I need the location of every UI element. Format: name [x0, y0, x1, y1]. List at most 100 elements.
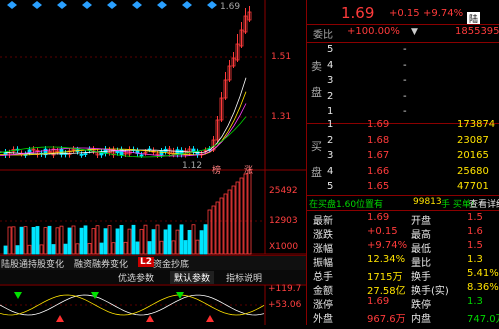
volume-bar	[35, 226, 40, 255]
sell-level-row[interactable]: 3-	[307, 75, 499, 91]
tab-default-params[interactable]: 默认参数	[170, 271, 215, 284]
buy-level-row[interactable]: 4 1.66 25680	[307, 166, 499, 182]
sell-level-price: -	[403, 75, 407, 86]
sell-level-row[interactable]: 5-	[307, 44, 499, 60]
buy-level-price: 1.67	[367, 150, 390, 161]
tab-hk-connect-holdings[interactable]: 陆股通持股变化	[1, 257, 64, 270]
volume-bar	[67, 227, 72, 255]
volume-bar	[99, 242, 104, 255]
level2-badge[interactable]: L2	[138, 257, 154, 267]
marker-zhang: 涨	[244, 166, 254, 176]
tab-bottom-fishing[interactable]: 资金抄底	[153, 257, 189, 270]
stat-value: +0.15	[367, 226, 398, 237]
candlesticks	[3, 6, 252, 158]
stat-label: 换手(实)	[411, 286, 449, 297]
volume-bar	[43, 227, 48, 255]
signal-diamond	[207, 1, 217, 9]
volume-bar	[79, 227, 84, 255]
buy-level-volume: 47701	[457, 181, 489, 192]
kline-chart-area[interactable]: 1.69 1.12 1.51 1.31 榜 涨 25492 12903 X100…	[0, 0, 306, 325]
volume-bar	[183, 240, 188, 255]
buy-level-volume: 23087	[457, 134, 489, 146]
alert-text: 在买盘1.60位置有	[309, 200, 384, 210]
volume-bar	[11, 226, 16, 255]
volume-bar	[175, 229, 180, 255]
volume-bar	[31, 226, 36, 255]
signal-diamond	[157, 1, 167, 9]
indicator-axis-label-2: +53.06	[268, 300, 302, 310]
volume-bar	[247, 169, 252, 255]
volume-bar	[111, 242, 116, 255]
stat-value: 1.69	[367, 212, 390, 223]
marker-bang: 榜	[212, 166, 222, 176]
tab-preferred-params[interactable]: 优选参数	[118, 271, 154, 284]
tab-indicator-help[interactable]: 指标说明	[226, 271, 262, 284]
quote-panel: 1.69 +0.15 +9.74% 陆 委比 +100.00% ▼ 185539…	[306, 0, 499, 325]
volume-bar	[203, 224, 208, 255]
sell-level-price: -	[403, 59, 407, 71]
volume-bar	[87, 243, 92, 255]
volume-bar	[135, 241, 140, 255]
volume-axis-unit: X1000	[269, 242, 299, 252]
buy-level-level: 3	[327, 150, 334, 161]
volume-bar	[159, 240, 164, 255]
volume-bar	[55, 227, 60, 255]
candle-body	[159, 150, 164, 156]
volume-bar	[71, 225, 76, 255]
commission-toggle-icon[interactable]: ▼	[411, 27, 418, 37]
buy-level-row[interactable]: 3 1.67 20165	[307, 150, 499, 166]
volume-bar	[23, 226, 28, 255]
volume-bar	[215, 201, 220, 255]
signal-arrow	[146, 315, 154, 322]
stat-label: 内盘	[411, 314, 431, 325]
stat-row: 最新 1.69 开盘 1.5	[307, 212, 499, 227]
buy-level-row[interactable]: 1 1.69 173874	[307, 119, 499, 135]
volume-bar	[75, 243, 80, 255]
price-axis-label-1: 1.51	[271, 52, 292, 62]
buy-level-level: 1	[327, 119, 334, 130]
candle-body	[79, 153, 84, 156]
volume-bar	[167, 224, 172, 255]
volume-bar	[115, 228, 120, 255]
sell-level-level: 2	[327, 90, 334, 102]
sell-level-row[interactable]: 4-	[307, 60, 499, 76]
buy-level-price: 1.69	[367, 119, 390, 130]
ma-line	[0, 77, 247, 155]
buy-level-row[interactable]: 2 1.68 23087	[307, 135, 499, 151]
buy-level-price: 1.66	[367, 165, 390, 177]
stat-value: 12.34%	[367, 254, 406, 265]
candle-body	[27, 149, 32, 153]
ma-line	[0, 91, 247, 156]
volume-bars	[3, 169, 252, 255]
volume-bar	[15, 245, 20, 255]
volume-bar	[219, 197, 224, 255]
stat-value: 1.3	[467, 296, 483, 307]
tab-margin-trading[interactable]: 融资融券变化	[74, 257, 128, 270]
volume-bar	[59, 225, 64, 255]
stat-label: 涨跌	[313, 230, 333, 241]
price-change-pct: +9.74%	[423, 8, 464, 19]
volume-bar	[147, 241, 152, 255]
buy-level-price: 1.65	[367, 181, 390, 192]
candle-body	[139, 154, 144, 157]
signal-arrow	[56, 315, 64, 322]
buy-level-level: 4	[327, 165, 334, 177]
volume-bar	[151, 229, 156, 255]
volume-bar	[3, 245, 8, 255]
stat-label: 换手	[411, 272, 431, 283]
signal-arrow	[14, 292, 22, 299]
volume-bar	[63, 243, 68, 255]
signal-diamond	[182, 1, 192, 9]
volume-bar	[119, 225, 124, 255]
stat-row: 外盘 967.6万内盘 747.0万	[307, 310, 499, 325]
stat-label: 总手	[313, 272, 333, 283]
volume-bar	[47, 225, 52, 255]
signal-diamond	[132, 1, 142, 9]
stat-row: 涨幅 +9.74% 最低 1.5	[307, 240, 499, 255]
volume-axis-label-1: 25492	[269, 186, 298, 196]
volume-bar	[19, 226, 24, 255]
sell-level-row[interactable]: 2-	[307, 91, 499, 107]
volume-bar	[179, 224, 184, 255]
stat-label: 最新	[313, 216, 333, 227]
view-details-link[interactable]: 查看详细	[469, 197, 499, 210]
